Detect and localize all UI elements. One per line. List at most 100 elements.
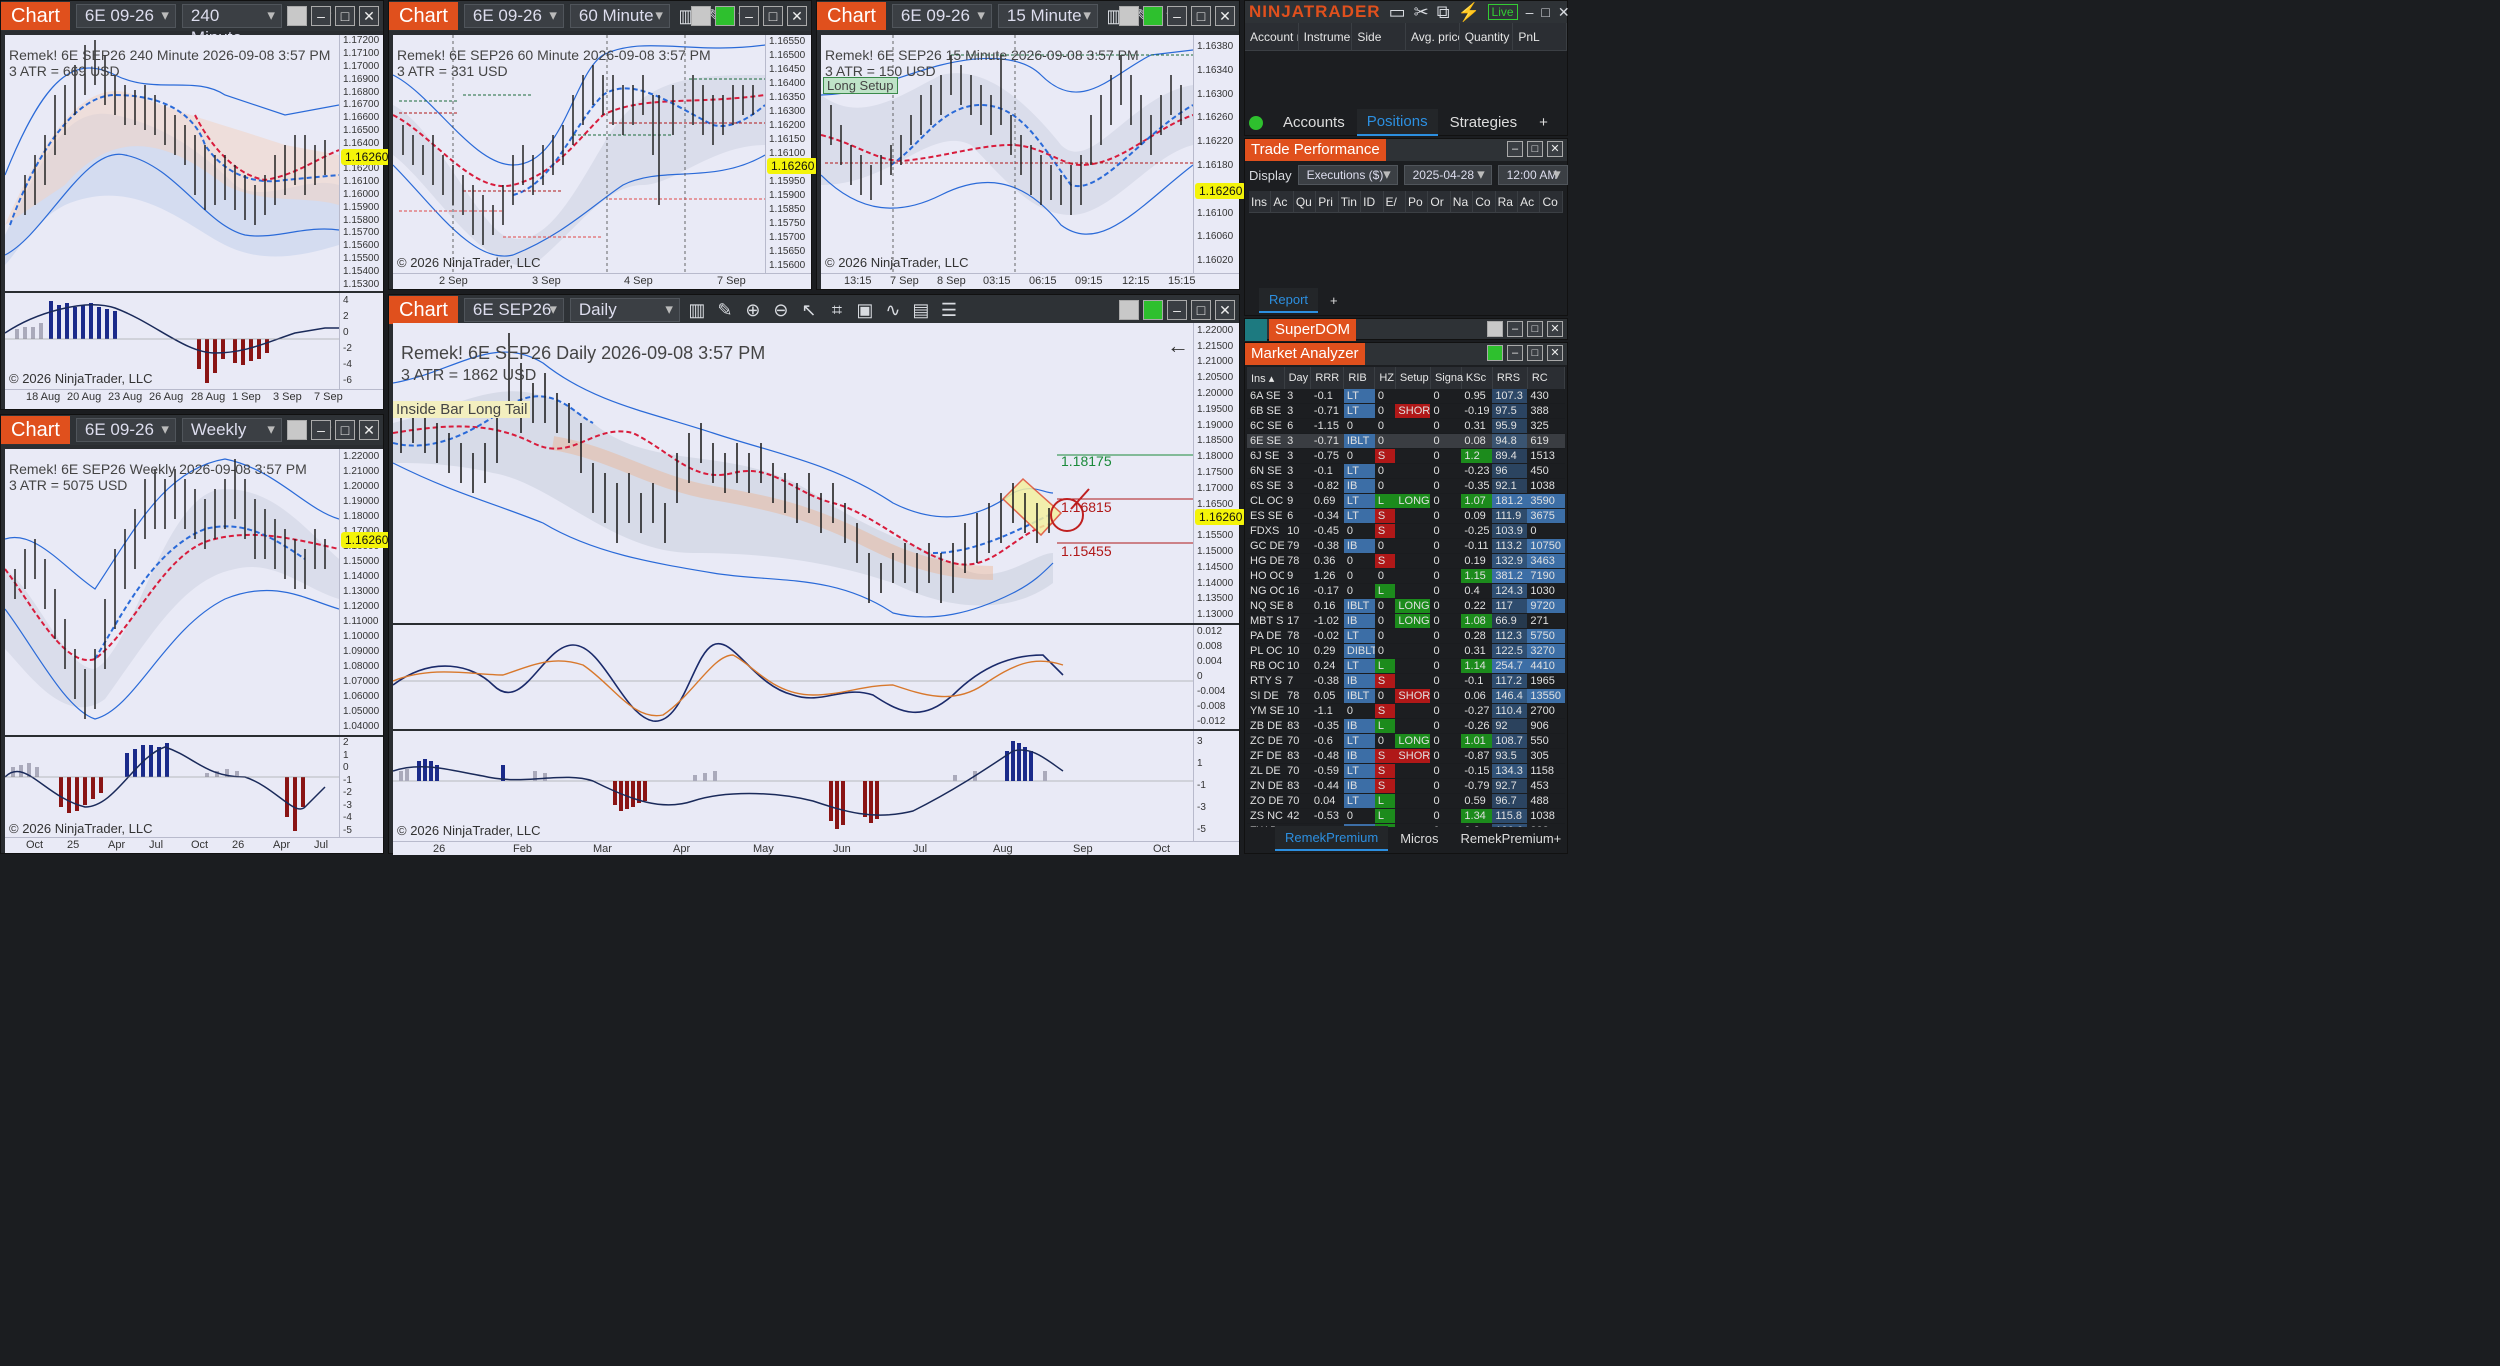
table-row[interactable]: ZO DE 70 0.04 LT L 0 0.59 96.7 488 [1247, 793, 1565, 810]
close-button[interactable]: ✕ [1215, 300, 1235, 320]
table-row[interactable]: 6A SE 3 -0.1 LT 0 0 0.95 107.3 430 [1247, 389, 1565, 405]
link-color-button[interactable] [691, 6, 711, 26]
column-header[interactable]: Signa [1430, 367, 1463, 389]
close-button[interactable]: ✕ [787, 6, 807, 26]
column-header[interactable]: Ra [1496, 190, 1519, 213]
time-axis[interactable]: 2 Sep 3 Sep 4 Sep 7 Sep [393, 273, 811, 289]
instrument-selector[interactable]: 6E 09-26 [463, 4, 564, 28]
table-row[interactable]: MBT S 17 -1.02 IB 0 LONG 0 1.08 66.9 271 [1247, 613, 1565, 630]
table-row[interactable]: HG DE 78 0.36 0 S 0 0.19 132.9 3463 [1247, 553, 1565, 570]
table-row[interactable]: 6E SE 3 -0.71 IBLT 0 0 0.08 94.8 619 [1247, 433, 1565, 450]
maximize-icon[interactable]: □ [1541, 4, 1549, 20]
table-row[interactable]: 6N SE 3 -0.1 LT 0 0 -0.23 96 450 [1247, 463, 1565, 480]
time-picker[interactable]: 12:00 AM [1497, 165, 1568, 185]
period-selector[interactable]: 15 Minute [997, 4, 1098, 28]
table-row[interactable]: PL OC 10 0.29 DIBLT 0 0 0.31 122.5 3270 [1247, 643, 1565, 660]
column-header[interactable]: Instrumer [1299, 22, 1353, 51]
table-row[interactable]: ZB DE 83 -0.35 IB L 0 -0.26 92 906 [1247, 718, 1565, 735]
table-row[interactable]: RB OC 10 0.24 LT L 0 1.14 254.7 4410 [1247, 658, 1565, 675]
column-header[interactable]: Ins [1249, 190, 1272, 213]
column-header[interactable]: RRR [1310, 367, 1345, 389]
superdom-tab[interactable]: SuperDOM [1269, 319, 1357, 341]
back-arrow-icon[interactable]: ← [1167, 333, 1189, 359]
link-color-button[interactable] [1119, 6, 1139, 26]
snapshot-icon[interactable]: ▣ [854, 300, 876, 321]
table-row[interactable]: ZS NC 42 -0.53 0 L 0 1.34 115.8 1038 [1247, 808, 1565, 825]
minimize-button[interactable]: – [311, 6, 331, 26]
table-row[interactable]: ZC DE 70 -0.6 LT 0 LONG 0 1.01 108.7 550 [1247, 733, 1565, 750]
tab-micros[interactable]: Micros [1390, 827, 1448, 850]
link-green-button[interactable] [1487, 345, 1503, 361]
column-header[interactable]: E/ [1384, 190, 1406, 213]
price-panel[interactable]: Remek! 6E SEP26 240 Minute 2026-09-08 3:… [5, 35, 339, 291]
link-green-button[interactable] [1143, 6, 1163, 26]
tab-remekpremium[interactable]: RemekPremium [1275, 826, 1389, 851]
column-header[interactable]: Pri [1316, 190, 1339, 213]
column-header[interactable]: Co [1473, 190, 1496, 213]
maximize-button[interactable]: □ [1527, 345, 1543, 361]
link-color-button[interactable] [287, 6, 307, 26]
minimize-button[interactable]: – [1167, 300, 1187, 320]
column-header[interactable]: KSc [1461, 367, 1493, 389]
zoom-in-icon[interactable]: ⊕ [742, 300, 764, 321]
minimize-button[interactable]: – [1167, 6, 1187, 26]
column-header[interactable]: RC [1527, 367, 1565, 389]
new-window-icon[interactable]: ▭ [1389, 2, 1406, 23]
price-axis[interactable]: 1.22000 1.21500 1.21000 1.20500 1.20000 1.195… [1193, 323, 1239, 623]
pointer-icon[interactable]: ↖ [798, 300, 820, 321]
price-panel[interactable]: Remek! 6E SEP26 Weekly 2026-09-08 3:57 P… [5, 449, 339, 735]
close-button[interactable]: ✕ [359, 420, 379, 440]
close-icon[interactable]: ✕ [1558, 4, 1570, 21]
column-header[interactable]: RRS [1492, 367, 1528, 389]
column-header[interactable]: RIB [1343, 367, 1376, 389]
price-panel[interactable]: Remek! 6E SEP26 60 Minute 2026-09-08 3:5… [393, 35, 765, 273]
close-button[interactable]: ✕ [359, 6, 379, 26]
tab-remekpremium-plus[interactable]: RemekPremium+ [1450, 827, 1571, 850]
maximize-button[interactable]: □ [1191, 6, 1211, 26]
link-color-button[interactable] [287, 420, 307, 440]
zoom-out-icon[interactable]: ⊖ [770, 300, 792, 321]
table-row[interactable]: RTY S 7 -0.38 IB S 0 -0.1 117.2 1965 [1247, 673, 1565, 690]
column-header[interactable]: Ac [1271, 190, 1294, 213]
link-green-button[interactable] [1143, 300, 1163, 320]
table-row[interactable]: ZF DE 83 -0.48 IB S SHOR 0 -0.87 93.5 305 [1247, 748, 1565, 765]
maximize-button[interactable]: □ [1191, 300, 1211, 320]
period-selector[interactable]: 240 Minute [181, 4, 282, 47]
period-selector[interactable]: Daily [569, 298, 680, 322]
column-header[interactable]: Qu [1294, 190, 1317, 213]
time-axis[interactable]: 18 Aug 20 Aug 23 Aug 26 Aug 28 Aug 1 Sep 3 Sep… [5, 389, 383, 409]
add-tab-button[interactable]: + [1320, 289, 1348, 312]
tools-icon[interactable]: ✂ [1414, 2, 1429, 23]
price-axis[interactable]: 1.16380 1.16340 1.16300 1.16260 1.16220 1.161… [1193, 35, 1239, 273]
instrument-selector[interactable]: 6E 09-26 [891, 4, 992, 28]
table-row[interactable]: GC DE 79 -0.38 IB 0 0 -0.11 113.2 10750 [1247, 538, 1565, 555]
column-header[interactable]: Side [1352, 22, 1407, 51]
link-green-button[interactable] [715, 6, 735, 26]
column-header[interactable]: Quantity [1460, 22, 1514, 51]
tab-positions[interactable]: Positions [1356, 109, 1438, 136]
maximize-button[interactable]: □ [1527, 141, 1543, 157]
column-header[interactable]: Or [1428, 190, 1451, 213]
table-row[interactable]: 6B SE 3 -0.71 LT 0 SHOR 0 -0.19 97.5 388 [1247, 403, 1565, 420]
column-header[interactable]: Ac [1518, 190, 1541, 213]
maximize-button[interactable]: □ [1527, 321, 1543, 337]
table-row[interactable]: FDXS 10 -0.45 0 S 0 -0.25 103.9 0 [1247, 523, 1565, 540]
column-header[interactable]: Day [1284, 367, 1312, 389]
table-row[interactable]: ZL DE 70 -0.59 LT S 0 -0.15 134.3 1158 [1247, 763, 1565, 780]
add-tab-button[interactable]: + [1529, 110, 1558, 135]
column-header[interactable]: ID [1361, 190, 1384, 213]
price-axis[interactable]: 1.220001.210001.200001.190001.180001.170… [339, 449, 383, 735]
column-header[interactable]: Po [1406, 190, 1429, 213]
instrument-selector[interactable]: 6E SEP26 [463, 298, 564, 322]
table-row[interactable]: 6J SE 3 -0.75 0 S 0 1.2 89.4 1513 [1247, 448, 1565, 465]
minimize-button[interactable]: – [1507, 141, 1523, 157]
chart-tab[interactable]: Chart [389, 2, 458, 30]
close-button[interactable]: ✕ [1547, 345, 1563, 361]
table-row[interactable]: YM SE 10 -1.1 0 S 0 -0.27 110.4 2700 [1247, 703, 1565, 720]
draw-tool-icon[interactable]: ✎ [714, 300, 736, 321]
tab-accounts[interactable]: Accounts [1273, 110, 1355, 135]
minimize-button[interactable]: – [1507, 345, 1523, 361]
column-header[interactable]: Na [1451, 190, 1474, 213]
table-row[interactable]: NG OC 16 -0.17 0 L 0 0.4 124.3 1030 [1247, 583, 1565, 600]
instrument-selector[interactable]: 6E 09-26 [75, 418, 176, 442]
